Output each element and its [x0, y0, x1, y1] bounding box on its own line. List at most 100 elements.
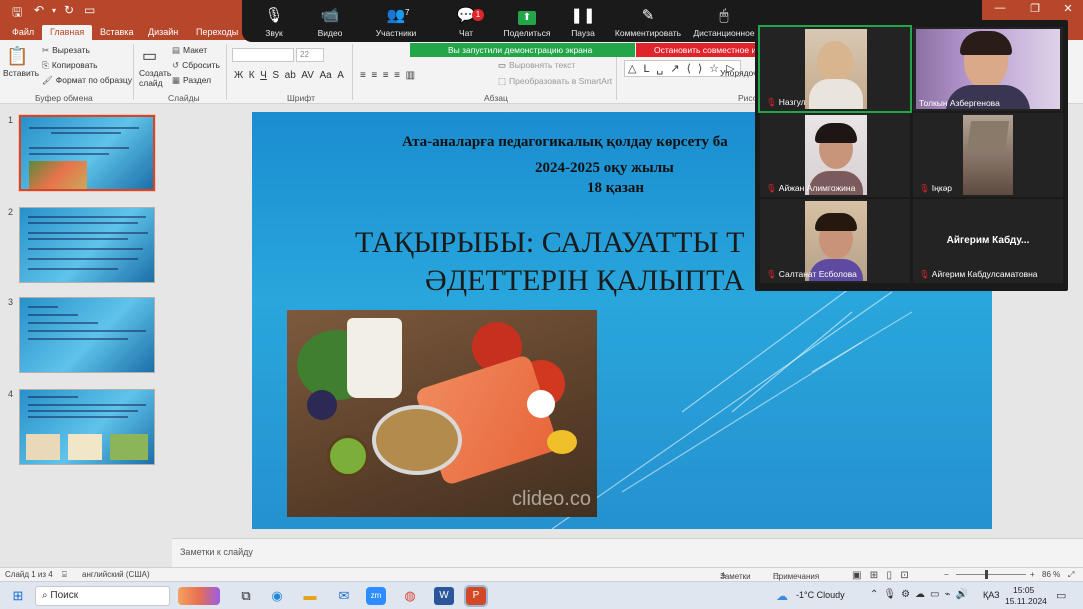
- pause-label: Пауза: [571, 28, 595, 38]
- align-text-button[interactable]: ▭ Выровнять текст: [498, 60, 575, 71]
- new-slide-icon[interactable]: ▭: [142, 46, 157, 66]
- tab-home[interactable]: Главная: [42, 25, 93, 40]
- arrange-button[interactable]: Упорядоч: [720, 68, 758, 78]
- convert-smartart-button[interactable]: ⬚ Преобразовать в SmartArt: [498, 76, 612, 87]
- participant-tile[interactable]: 🎙 Іңкәр: [913, 113, 1063, 197]
- video-button[interactable]: 📹 Видео: [300, 6, 360, 38]
- section-button[interactable]: ▦ Раздел: [172, 75, 211, 86]
- annotate-button[interactable]: ✎ Комментировать: [613, 6, 683, 38]
- daisy-shape: [527, 390, 555, 418]
- edge-browser-icon[interactable]: ◉: [267, 587, 287, 605]
- pause-button[interactable]: ❚❚ Пауза: [553, 6, 613, 38]
- stop-sharing-button[interactable]: Остановить совместное испо: [636, 43, 766, 57]
- participant-display-name: Айгерим Кабду...: [946, 235, 1030, 246]
- milk-bottle-shape: [347, 318, 402, 398]
- cut-button[interactable]: ✂ Вырезать: [42, 45, 90, 56]
- participant-name: Толкын Азбергенова: [919, 98, 1000, 108]
- tab-design[interactable]: Дизайн: [140, 25, 186, 40]
- thumb-number: 3: [8, 297, 14, 307]
- remote-control-button[interactable]: 🖱 Дистанционное: [689, 6, 759, 38]
- participant-tile[interactable]: Толкын Азбергенова: [913, 27, 1063, 111]
- weather-text[interactable]: -1°C Cloudy: [796, 590, 845, 600]
- participant-name: 🎙 Айжан Алимгожина: [766, 183, 855, 194]
- group-divider: [226, 44, 227, 100]
- zoom-out-icon[interactable]: −: [944, 570, 949, 579]
- font-name-input[interactable]: [232, 48, 294, 62]
- paragraph-align-buttons[interactable]: ≡ ≡ ≡ ≡ ▥: [360, 70, 415, 81]
- thumb-line: [28, 330, 146, 332]
- view-buttons[interactable]: ▣ ⊞ ▯ ⊡: [852, 570, 909, 581]
- notes-toggle-label: Заметки: [720, 572, 751, 581]
- start-presentation-icon[interactable]: ▭: [84, 3, 95, 17]
- fit-slide-icon[interactable]: ⤢: [1068, 570, 1074, 580]
- paste-button[interactable]: Вставить: [3, 68, 39, 78]
- task-view-icon[interactable]: ⧉: [236, 587, 256, 605]
- participant-tile[interactable]: Айгерим Кабду... 🎙 Айгерим Кабдулсаматовн…: [913, 199, 1063, 283]
- share-button[interactable]: ⬆ Поделиться: [497, 6, 557, 38]
- thumb-number: 4: [8, 389, 14, 399]
- mail-icon[interactable]: ✉: [334, 587, 354, 605]
- redo-icon[interactable]: ↻: [64, 3, 74, 17]
- participant-name-text: Салтанат Есболова: [778, 269, 857, 279]
- word-icon[interactable]: W: [434, 587, 454, 605]
- participant-tile[interactable]: 🎙 Айжан Алимгожина: [760, 113, 910, 197]
- language-indicator[interactable]: английский (США): [82, 570, 150, 579]
- powerpoint-icon[interactable]: P: [464, 585, 488, 607]
- brush-icon: 🖌: [42, 75, 53, 85]
- zoom-app-icon[interactable]: zm: [366, 587, 386, 605]
- share-label: Поделиться: [503, 28, 551, 38]
- thumb-line: [28, 338, 128, 340]
- clock-date[interactable]: 15.11.2024: [1005, 596, 1047, 606]
- undo-icon[interactable]: ↶: [34, 3, 44, 17]
- tab-transitions[interactable]: Переходы: [188, 25, 246, 40]
- close-icon[interactable]: ✕: [1053, 2, 1083, 20]
- tab-file[interactable]: Файл: [4, 25, 42, 40]
- participants-button[interactable]: 👥 7 Участники: [366, 6, 426, 38]
- keyboard-language[interactable]: ҚАЗ: [983, 590, 1000, 600]
- save-icon[interactable]: 🖫: [12, 3, 22, 24]
- layout-button[interactable]: ▤ Макет: [172, 45, 207, 56]
- participant-tile[interactable]: 🎙 Салтанат Есболова: [760, 199, 910, 283]
- copy-button[interactable]: ⎘ Копировать: [42, 60, 98, 71]
- zoom-in-icon[interactable]: +: [1030, 570, 1035, 579]
- participant-tile[interactable]: 🎙 Назгул: [758, 25, 912, 113]
- chrome-icon[interactable]: ◍: [400, 587, 420, 605]
- widgets-icon[interactable]: [178, 587, 220, 605]
- paste-icon[interactable]: 📋: [6, 46, 28, 67]
- section-label: Раздел: [183, 75, 212, 85]
- format-painter-button[interactable]: 🖌 Формат по образцу: [42, 75, 132, 86]
- notification-icon[interactable]: ▭: [1056, 589, 1066, 602]
- participant-count: 7: [405, 8, 410, 17]
- chat-button[interactable]: 💬 1 Чат: [436, 6, 496, 38]
- restore-icon[interactable]: ❐: [1020, 2, 1050, 20]
- zoom-slider-thumb[interactable]: [985, 570, 988, 579]
- tab-insert[interactable]: Вставка: [92, 25, 141, 40]
- slide-thumbnail-2[interactable]: [19, 207, 155, 283]
- slide-thumbnail-3[interactable]: [19, 297, 155, 373]
- new-slide-button[interactable]: Создать слайд: [139, 68, 173, 88]
- file-explorer-icon[interactable]: ▬: [300, 587, 320, 605]
- notes-placeholder: Заметки к слайду: [180, 547, 253, 557]
- taskbar-search[interactable]: ⌕ Поиск: [35, 586, 170, 606]
- tray-icons[interactable]: ⌃🎙⚙☁▭⌁🔊: [870, 589, 973, 600]
- slide-thumbnail-1[interactable]: [19, 115, 155, 191]
- font-size-input[interactable]: 22: [296, 48, 324, 62]
- audio-button[interactable]: 🎙 Звук: [244, 6, 304, 38]
- minimize-icon[interactable]: —: [985, 2, 1015, 20]
- zoom-video-gallery[interactable]: 🎙 Назгул Толкын Азбергенова 🎙 Айжан Алимго…: [755, 20, 1068, 291]
- participant-name: 🎙 Іңкәр: [919, 183, 952, 194]
- healthy-food-image[interactable]: clideo.co: [287, 310, 597, 517]
- notes-pane[interactable]: Заметки к слайду: [172, 538, 1083, 567]
- reset-button[interactable]: ↺ Сбросить: [172, 60, 220, 71]
- windows-start-icon[interactable]: ⊞: [8, 587, 28, 605]
- zoom-slider-track[interactable]: [956, 574, 1026, 575]
- copy-icon: ⎘: [42, 60, 49, 70]
- slide-thumbnail-4[interactable]: [19, 389, 155, 465]
- zoom-level[interactable]: 86 %: [1042, 570, 1060, 579]
- spellcheck-icon[interactable]: ⌸: [62, 570, 67, 580]
- format-painter-label: Формат по образцу: [55, 75, 133, 85]
- clock-time[interactable]: 15:05: [1013, 585, 1034, 595]
- font-format-buttons[interactable]: Ж К Ч S ab AV Aa A: [234, 70, 344, 81]
- undo-dropdown-icon[interactable]: ▾: [52, 6, 56, 15]
- participants-icon: 👥: [386, 7, 406, 24]
